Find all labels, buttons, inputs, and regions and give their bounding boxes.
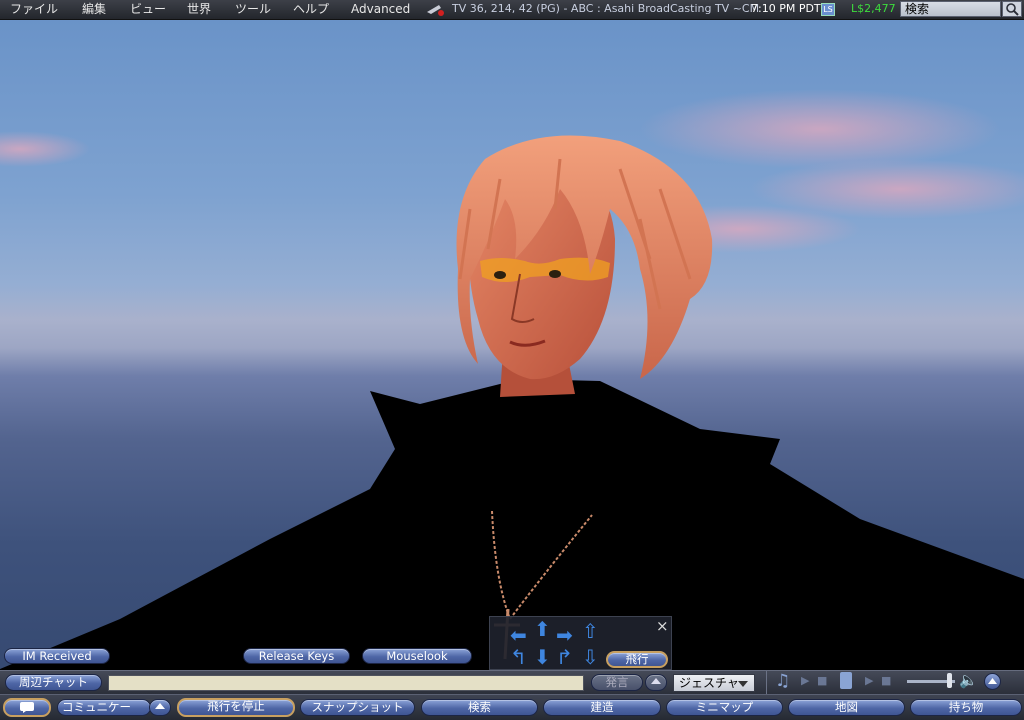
location-icon[interactable] bbox=[425, 2, 447, 17]
gesture-dropdown[interactable]: ジェスチャ bbox=[673, 674, 755, 692]
volume-slider-thumb[interactable] bbox=[947, 673, 952, 688]
avatar-eye bbox=[494, 271, 506, 279]
media-icon[interactable] bbox=[840, 672, 852, 689]
location-text[interactable]: TV 36, 214, 42 (PG) - ABC : Asahi BroadC… bbox=[452, 0, 759, 19]
say-button[interactable]: 発言 bbox=[591, 674, 643, 691]
balance[interactable]: L$2,477 bbox=[851, 0, 896, 19]
scene-render bbox=[0, 89, 1024, 719]
music-note-icon[interactable]: ♫ bbox=[775, 671, 790, 691]
slide-left-icon[interactable]: ↰ bbox=[510, 647, 527, 667]
release-keys-button[interactable]: Release Keys bbox=[243, 648, 350, 664]
communicate-menu-button[interactable] bbox=[149, 699, 171, 716]
menu-file[interactable]: ファイル bbox=[10, 0, 58, 19]
search-input[interactable]: 検索 bbox=[900, 1, 1001, 17]
fly-down-icon[interactable]: ⇩ bbox=[582, 647, 599, 667]
im-received-button[interactable]: IM Received bbox=[4, 648, 110, 664]
menu-bar: ファイル 編集 ビュー 世界 ツール ヘルプ Advanced TV 36, 2… bbox=[0, 0, 1024, 20]
play-icon[interactable]: ▶ bbox=[801, 674, 809, 687]
chat-history-button[interactable] bbox=[645, 674, 667, 691]
chat-input[interactable] bbox=[108, 675, 584, 691]
chat-toggle-button[interactable] bbox=[3, 698, 51, 717]
communicate-button[interactable]: コミュニケー bbox=[57, 699, 151, 716]
fly-button[interactable]: 飛行 bbox=[606, 651, 668, 668]
chevron-down-icon bbox=[738, 681, 748, 687]
clock: 7:10 PM PDT bbox=[751, 2, 821, 15]
chevron-up-icon bbox=[155, 703, 165, 709]
movement-controls: ⬅ ⬆ ➡ ⇧ ↰ ⬇ ↱ ⇩ × 飛行 bbox=[489, 616, 672, 670]
gesture-label: ジェスチャ bbox=[679, 676, 739, 690]
forward-icon[interactable]: ⬆ bbox=[534, 619, 551, 639]
bottom-toolbar: コミュニケー 飛行を停止 スナップショット 検索 建造 ミニマップ 地図 持ち物 bbox=[0, 694, 1024, 720]
menu-world[interactable]: 世界 bbox=[187, 0, 211, 19]
cloud bbox=[640, 89, 1000, 169]
stop-flying-button[interactable]: 飛行を停止 bbox=[177, 698, 295, 717]
chat-bubble-icon bbox=[20, 702, 34, 713]
avatar-eye bbox=[549, 270, 561, 278]
menu-edit[interactable]: 編集 bbox=[82, 0, 106, 19]
minimap-button[interactable]: ミニマップ bbox=[666, 699, 783, 716]
turn-left-icon[interactable]: ⬅ bbox=[510, 625, 527, 645]
media-controls: ♫ ▶ ■ ▶ ■ 🔈 bbox=[769, 670, 1024, 693]
world-viewport[interactable] bbox=[0, 19, 1024, 719]
chevron-up-icon bbox=[651, 678, 661, 684]
turn-right-icon[interactable]: ➡ bbox=[556, 625, 573, 645]
snapshot-button[interactable]: スナップショット bbox=[300, 699, 415, 716]
stop-icon[interactable]: ■ bbox=[817, 674, 827, 687]
close-icon[interactable]: × bbox=[656, 617, 669, 635]
speaker-icon[interactable]: 🔈 bbox=[959, 671, 978, 689]
search-icon bbox=[1006, 3, 1019, 16]
inventory-button[interactable]: 持ち物 bbox=[910, 699, 1022, 716]
fly-up-icon[interactable]: ⇧ bbox=[582, 621, 599, 641]
search-toolbar-button[interactable]: 検索 bbox=[421, 699, 538, 716]
mouselook-button[interactable]: Mouselook bbox=[362, 648, 472, 664]
local-chat-button[interactable]: 周辺チャット bbox=[5, 674, 102, 691]
voice-status-icon[interactable]: LS bbox=[821, 3, 835, 16]
search-button[interactable] bbox=[1002, 1, 1022, 17]
cloud bbox=[0, 131, 90, 167]
build-button[interactable]: 建造 bbox=[543, 699, 661, 716]
backward-icon[interactable]: ⬇ bbox=[534, 647, 551, 667]
menu-tools[interactable]: ツール bbox=[235, 0, 271, 19]
slide-right-icon[interactable]: ↱ bbox=[556, 647, 573, 667]
map-button[interactable]: 地図 bbox=[788, 699, 905, 716]
menu-view[interactable]: ビュー bbox=[130, 0, 166, 19]
play-icon[interactable]: ▶ bbox=[865, 674, 873, 687]
expand-button[interactable] bbox=[984, 673, 1001, 690]
chevron-up-icon bbox=[988, 678, 997, 684]
menu-advanced[interactable]: Advanced bbox=[351, 0, 410, 19]
menu-help[interactable]: ヘルプ bbox=[293, 0, 329, 19]
stop-icon[interactable]: ■ bbox=[881, 674, 891, 687]
